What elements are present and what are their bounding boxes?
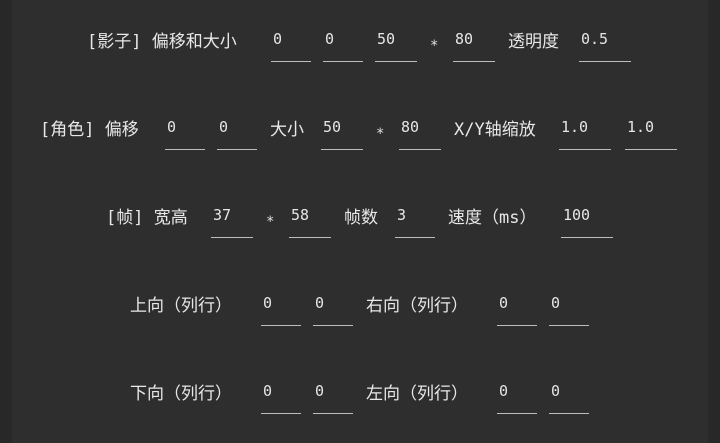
up-row-input[interactable]: 0	[313, 294, 353, 326]
frame-width-input[interactable]: 37	[211, 206, 253, 238]
up-direction-label: 上向（列行）	[130, 296, 232, 316]
right-row-input[interactable]: 0	[549, 294, 589, 326]
character-label: [角色] 偏移	[40, 120, 139, 140]
down-col-input[interactable]: 0	[261, 382, 301, 414]
character-offset-y-input[interactable]: 0	[217, 118, 257, 150]
right-col-input[interactable]: 0	[497, 294, 537, 326]
left-col-input[interactable]: 0	[497, 382, 537, 414]
left-row-input[interactable]: 0	[549, 382, 589, 414]
right-direction-label: 右向（列行）	[366, 296, 468, 316]
scale-label: X/Y轴缩放	[454, 120, 536, 140]
times-sign: *	[266, 214, 275, 230]
frame-count-input[interactable]: 3	[395, 206, 435, 238]
character-scale-y-input[interactable]: 1.0	[625, 118, 677, 150]
shadow-height-input[interactable]: 80	[453, 30, 495, 62]
size-label: 大小	[270, 120, 304, 140]
shadow-row: [影子] 偏移和大小 0 0 50 * 80 透明度 0.5	[0, 18, 720, 68]
down-direction-label: 下向（列行）	[130, 384, 232, 404]
times-sign: *	[376, 126, 385, 142]
frame-count-label: 帧数	[344, 208, 378, 228]
character-row: [角色] 偏移 0 0 大小 50 * 80 X/Y轴缩放 1.0 1.0	[0, 106, 720, 156]
direction-row-up-right: 上向（列行） 0 0 右向（列行） 0 0	[0, 282, 720, 332]
times-sign: *	[430, 38, 439, 54]
frame-row: [帧] 宽高 37 * 58 帧数 3 速度（ms） 100	[0, 194, 720, 244]
character-scale-x-input[interactable]: 1.0	[559, 118, 611, 150]
down-row-input[interactable]: 0	[313, 382, 353, 414]
speed-label: 速度（ms）	[448, 208, 537, 228]
direction-row-down-left: 下向（列行） 0 0 左向（列行） 0 0	[0, 370, 720, 420]
shadow-width-input[interactable]: 50	[375, 30, 417, 62]
opacity-label: 透明度	[508, 32, 559, 52]
shadow-opacity-input[interactable]: 0.5	[579, 30, 631, 62]
left-direction-label: 左向（列行）	[366, 384, 468, 404]
shadow-label: [影子] 偏移和大小	[87, 32, 237, 52]
frame-label: [帧] 宽高	[106, 208, 188, 228]
character-offset-x-input[interactable]: 0	[165, 118, 205, 150]
frame-speed-input[interactable]: 100	[561, 206, 613, 238]
shadow-offset-y-input[interactable]: 0	[323, 30, 363, 62]
character-height-input[interactable]: 80	[399, 118, 441, 150]
shadow-offset-x-input[interactable]: 0	[271, 30, 311, 62]
frame-height-input[interactable]: 58	[289, 206, 331, 238]
character-width-input[interactable]: 50	[321, 118, 363, 150]
up-col-input[interactable]: 0	[261, 294, 301, 326]
